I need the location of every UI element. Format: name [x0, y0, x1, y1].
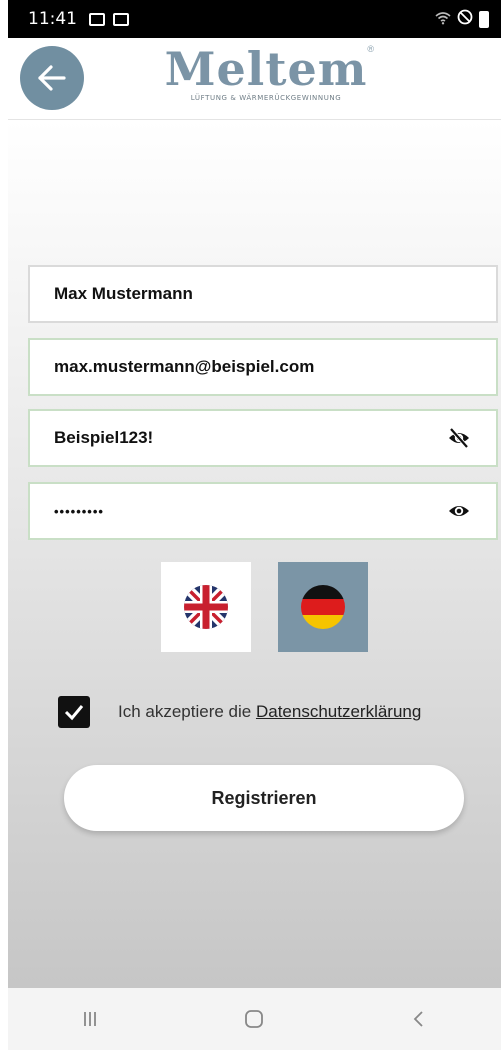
password-field[interactable]: Beispiel123!: [28, 409, 498, 467]
name-field[interactable]: Max Mustermann: [28, 265, 498, 323]
privacy-policy-link[interactable]: Datenschutzerklärung: [256, 702, 421, 721]
email-field-value: max.mustermann@beispiel.com: [54, 357, 315, 376]
back-nav-button[interactable]: [389, 994, 449, 1044]
dnd-icon: [457, 9, 473, 29]
email-field[interactable]: max.mustermann@beispiel.com: [28, 338, 498, 396]
chevron-left-icon: [413, 1011, 423, 1027]
consent-label: Ich akzeptiere die Datenschutzerklärung: [118, 702, 421, 722]
registration-form: Max Mustermann max.mustermann@beispiel.c…: [8, 120, 501, 988]
home-button[interactable]: [224, 994, 284, 1044]
status-time: 11:41: [28, 9, 77, 29]
consent-checkbox[interactable]: [58, 696, 90, 728]
app-header: ® Meltem LÜFTUNG & WÄRMERÜCKGEWINNUNG: [8, 38, 501, 120]
password-field-value: Beispiel123!: [54, 428, 154, 447]
arrow-left-icon: [38, 65, 66, 91]
logo-wordmark: Meltem: [164, 42, 368, 96]
gallery-icon: [89, 12, 105, 26]
eye-off-icon[interactable]: [446, 425, 472, 451]
consent-text-prefix: Ich akzeptiere die: [118, 702, 256, 721]
app-screen: 11:41 ® Meltem LÜFTUNG & WÄRMERÜCKGEWINN…: [0, 0, 501, 1050]
recent-apps-button[interactable]: [60, 994, 120, 1044]
checkmark-icon: [64, 705, 84, 721]
password-confirm-value: •••••••••: [54, 503, 104, 519]
register-button[interactable]: Registrieren: [64, 765, 464, 831]
home-icon: [245, 1010, 264, 1028]
system-nav-bar: [8, 988, 501, 1050]
status-bar: 11:41: [8, 0, 501, 38]
uk-flag-icon: [184, 585, 228, 629]
language-german-button[interactable]: [278, 562, 368, 652]
privacy-consent: Ich akzeptiere die Datenschutzerklärung: [58, 696, 421, 728]
mail-icon: [113, 12, 129, 26]
logo-registered-mark: ®: [367, 44, 374, 54]
wifi-icon: [435, 10, 451, 29]
back-button[interactable]: [20, 46, 84, 110]
meltem-logo: ® Meltem LÜFTUNG & WÄRMERÜCKGEWINNUNG: [156, 42, 376, 112]
eye-icon[interactable]: [446, 498, 472, 524]
language-english-button[interactable]: [161, 562, 251, 652]
recent-apps-icon: [84, 1012, 97, 1026]
battery-icon: [479, 10, 489, 28]
name-field-value: Max Mustermann: [54, 284, 193, 303]
password-confirm-field[interactable]: •••••••••: [28, 482, 498, 540]
germany-flag-icon: [301, 585, 345, 629]
